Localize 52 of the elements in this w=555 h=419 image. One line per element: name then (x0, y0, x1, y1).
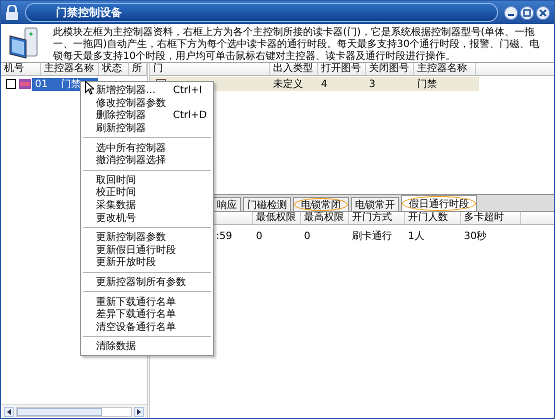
column-header: 出入类型 (270, 63, 318, 75)
menu-item[interactable]: 删除控制器 (96, 108, 169, 122)
column-header: 打开图号 (318, 63, 366, 75)
menu-item[interactable]: 差异下载通行名单 (96, 307, 176, 322)
table-cell-text: :59 (215, 230, 234, 242)
column-header: 机号 (1, 63, 41, 75)
tab[interactable]: 响应 (213, 197, 241, 211)
column-header: 状态 (99, 63, 129, 75)
menu-item[interactable]: 重新下载通行名单 (96, 294, 176, 309)
description-text: 此模块左框为主控制器资料，右框上方为各个主控制所接的读卡器(门)，它是系统根据控制器型号(单体、一拖一、一拖四)自动产生，右框下方为每个选中读卡器的通行时段。每天最多支持30个通行时段，报警、门磁、电锁每天最多支持10个时段，用户均可单击鼠标右键对主控器、读卡器及通行时段进行操作。 (53, 26, 541, 62)
close-icon[interactable] (536, 6, 550, 20)
menu-item[interactable]: 清空设备通行名单 (96, 320, 176, 334)
checkbox[interactable] (6, 79, 16, 89)
menu-item[interactable]: 更新控制器参数 (96, 230, 169, 244)
shortcut-text: Ctrl+D (173, 110, 207, 121)
minimize-icon[interactable] (504, 6, 518, 20)
window-title: 门禁控制设备 (56, 5, 122, 20)
tab[interactable]: 电锁常闭 (293, 197, 349, 211)
table-cell-text: 0 (255, 230, 264, 242)
table-cell-text: 门禁 (416, 78, 438, 90)
column-header: 所 (129, 63, 147, 75)
menu-item[interactable]: 更新假日通行时段 (96, 242, 176, 257)
menu-item[interactable]: 刷新控制器 (96, 121, 169, 136)
controller-icon (19, 79, 31, 89)
column-header: 最低权限 (253, 212, 301, 224)
horizontal-scrollbar[interactable] (1, 404, 147, 418)
maximize-icon[interactable] (520, 6, 534, 20)
menu-item[interactable]: 撤消控制器选择 (96, 153, 169, 168)
tab[interactable]: 假日通行时段 (401, 195, 477, 211)
menu-item[interactable]: 清除数据 (96, 339, 169, 354)
table-cell: 01 (32, 78, 58, 90)
table-cell-text: 刷卡通行 (351, 230, 393, 242)
menu-item[interactable]: 修改控制器参数 (96, 96, 169, 110)
table-cell-text: 3 (368, 78, 376, 90)
menu-item[interactable]: 更新控器制所有参数 (96, 275, 186, 290)
table-cell-text: 0 (303, 230, 312, 242)
table-cell-text: 未定义 (272, 78, 304, 90)
right-arrow-icon[interactable] (137, 408, 141, 414)
table-cell-text: 1人 (407, 230, 426, 242)
menu-item[interactable]: 取回时间 (96, 172, 169, 187)
tab[interactable]: 电锁常开 (351, 197, 399, 211)
menu-item[interactable]: 选中所有控制器 (96, 140, 169, 155)
column-header: 多卡超时 (461, 212, 521, 224)
menu-item[interactable]: 更新开放时段 (96, 255, 169, 270)
menu-item[interactable]: 更改机号 (96, 210, 169, 225)
table-cell-text: 30秒 (463, 230, 488, 242)
lock-icon (5, 4, 19, 20)
tab[interactable]: 门磁检测 (243, 197, 291, 211)
left-arrow-icon[interactable] (7, 408, 11, 414)
table-cell-text: 4 (320, 78, 328, 90)
menu-item[interactable]: 采集数据 (96, 198, 169, 212)
menu-item[interactable]: 校正时间 (96, 185, 169, 200)
